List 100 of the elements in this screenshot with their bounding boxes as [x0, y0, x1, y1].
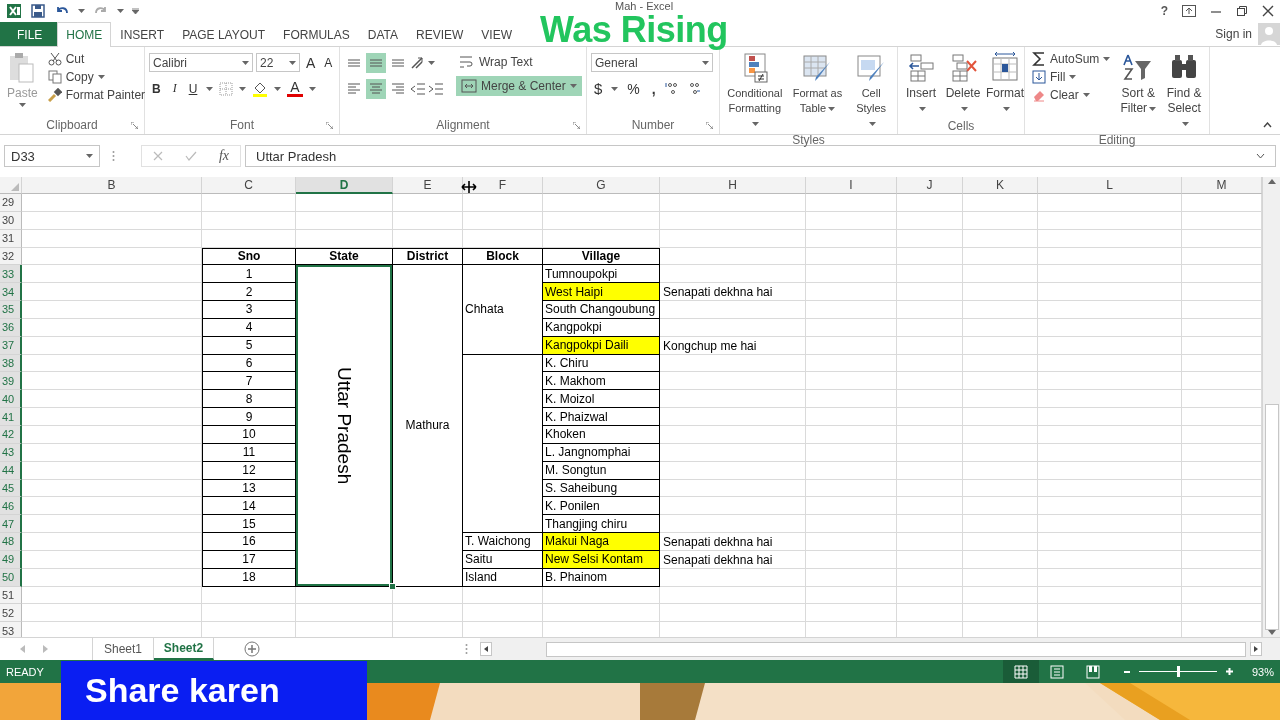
ribbon-tab[interactable]: REVIEW [407, 22, 473, 46]
percent-button[interactable]: % [624, 80, 643, 97]
column-header[interactable]: C [202, 177, 296, 194]
table-cell: 16 [202, 533, 296, 551]
row-header[interactable]: 35 [0, 301, 22, 319]
cells-button[interactable]: Delete [944, 50, 982, 118]
row-header[interactable]: 40 [0, 390, 22, 409]
close-icon [1262, 5, 1274, 17]
zoom-level[interactable]: 93% [1234, 665, 1280, 678]
column-header[interactable]: D [296, 177, 393, 194]
scrollbar-thumb[interactable] [1264, 404, 1279, 630]
column-header[interactable]: E [393, 177, 463, 194]
row-header[interactable]: 53 [0, 622, 22, 637]
italic-button[interactable]: I [169, 81, 180, 96]
expand-icon [1256, 153, 1265, 159]
status-text: READY [6, 665, 44, 678]
row-header[interactable]: 29 [0, 194, 22, 212]
table-cell: 8 [202, 390, 296, 409]
ribbon-tab[interactable]: HOME [57, 22, 112, 47]
horizontal-align-button[interactable] [366, 78, 386, 99]
font-size-field[interactable]: 22 [256, 53, 300, 72]
spreadsheet-logo-icon [6, 3, 22, 19]
row-header[interactable]: 48 [0, 533, 22, 551]
ribbon-tab[interactable]: DATA [358, 22, 407, 46]
font-color-button[interactable]: A [287, 80, 303, 97]
row-header[interactable]: 34 [0, 283, 22, 302]
table-cell: K. Makhom [543, 372, 660, 391]
cells-button[interactable]: Format [986, 50, 1024, 118]
scrollbar-thumb[interactable] [546, 641, 1246, 657]
table-cell: K. Ponilen [543, 497, 660, 516]
row-header[interactable]: 52 [0, 604, 22, 623]
sum-icon [1032, 51, 1046, 66]
shrink-font-button[interactable]: A [321, 55, 336, 70]
editing-button[interactable]: AutoSum [1029, 50, 1114, 67]
ribbon-tab[interactable]: INSERT [111, 22, 174, 46]
name-box[interactable]: D33 [4, 145, 100, 167]
column-header[interactable]: L [1038, 177, 1182, 194]
caret-icon [868, 122, 876, 127]
sign-in-link[interactable]: Sign in [1215, 27, 1252, 41]
editing-button[interactable]: Sort & Filter [1117, 50, 1160, 133]
clipboard-button[interactable]: Format Painter [44, 86, 149, 103]
table-cell: Thangjing chiru [543, 515, 660, 534]
align-left-icon [347, 81, 361, 96]
table-cell: Tumnoupokpi [543, 265, 660, 284]
view-button[interactable] [1003, 660, 1039, 683]
caret-icon [242, 60, 249, 65]
editing-button[interactable]: Clear [1029, 86, 1114, 103]
styles-button[interactable]: Conditional Formatting [724, 50, 786, 133]
clipboard-button[interactable]: Cut [44, 50, 149, 67]
column-header[interactable]: B [22, 177, 202, 194]
vertical-align-button[interactable] [366, 52, 386, 73]
clipboard-button[interactable]: Copy [44, 68, 149, 85]
caret-icon [1181, 121, 1189, 126]
column-header[interactable]: M [1182, 177, 1262, 194]
font-name-field[interactable]: Calibri [149, 53, 253, 72]
help-button[interactable]: ? [1160, 4, 1168, 18]
column-header[interactable]: J [897, 177, 963, 194]
styles-button[interactable]: Cell Styles [849, 50, 893, 133]
caret-icon [428, 60, 435, 65]
fill-handle[interactable] [389, 582, 396, 590]
bold-button[interactable]: B [149, 81, 164, 96]
row-header[interactable]: 41 [0, 408, 22, 426]
resize-cursor-icon [461, 181, 477, 193]
cells-button[interactable]: Insert [902, 50, 940, 118]
styles-button[interactable]: Format as Table [789, 50, 846, 133]
table-cell: Makui Naga [543, 533, 660, 551]
column-header[interactable]: G [543, 177, 660, 194]
increase-indent-icon [428, 81, 444, 96]
ribbon-tab[interactable]: FORMULAS [274, 22, 359, 46]
currency-button[interactable]: $ [591, 80, 606, 97]
file-tab[interactable]: FILE [0, 22, 58, 46]
save-icon [30, 3, 46, 19]
scroll-left-icon [480, 642, 492, 656]
ribbon-tab[interactable]: VIEW [472, 22, 521, 46]
table-cell: 1 [202, 265, 296, 284]
align-top-icon [347, 58, 361, 67]
brush-icon [47, 87, 62, 102]
column-header[interactable]: K [963, 177, 1038, 194]
row-header[interactable]: 47 [0, 515, 22, 534]
row-header[interactable]: 33 [0, 265, 22, 284]
wrap-text-button[interactable]: Wrap Text [456, 53, 582, 70]
column-header[interactable]: F [463, 177, 543, 194]
number-format-field[interactable]: General [591, 53, 713, 72]
caret-icon [1082, 92, 1090, 97]
column-header[interactable]: H [660, 177, 806, 194]
editing-button[interactable]: Fill [1029, 68, 1114, 85]
align-right-icon [391, 81, 405, 96]
table-cell: Chhata [463, 265, 543, 355]
underline-button[interactable]: U [185, 81, 201, 96]
column-header[interactable]: I [806, 177, 897, 194]
insert-function-button[interactable]: fx [218, 148, 229, 164]
caret-icon [960, 106, 968, 111]
merge-center-button[interactable]: Merge & Center [456, 76, 582, 96]
editing-button[interactable]: Find & Select [1163, 50, 1205, 133]
grow-font-button[interactable]: A [303, 54, 319, 71]
row-header[interactable]: 39 [0, 372, 22, 391]
comma-button[interactable]: , [648, 80, 659, 97]
caret-icon [308, 86, 316, 91]
row-header[interactable]: 46 [0, 497, 22, 516]
ribbon-tab[interactable]: PAGE LAYOUT [173, 22, 275, 46]
